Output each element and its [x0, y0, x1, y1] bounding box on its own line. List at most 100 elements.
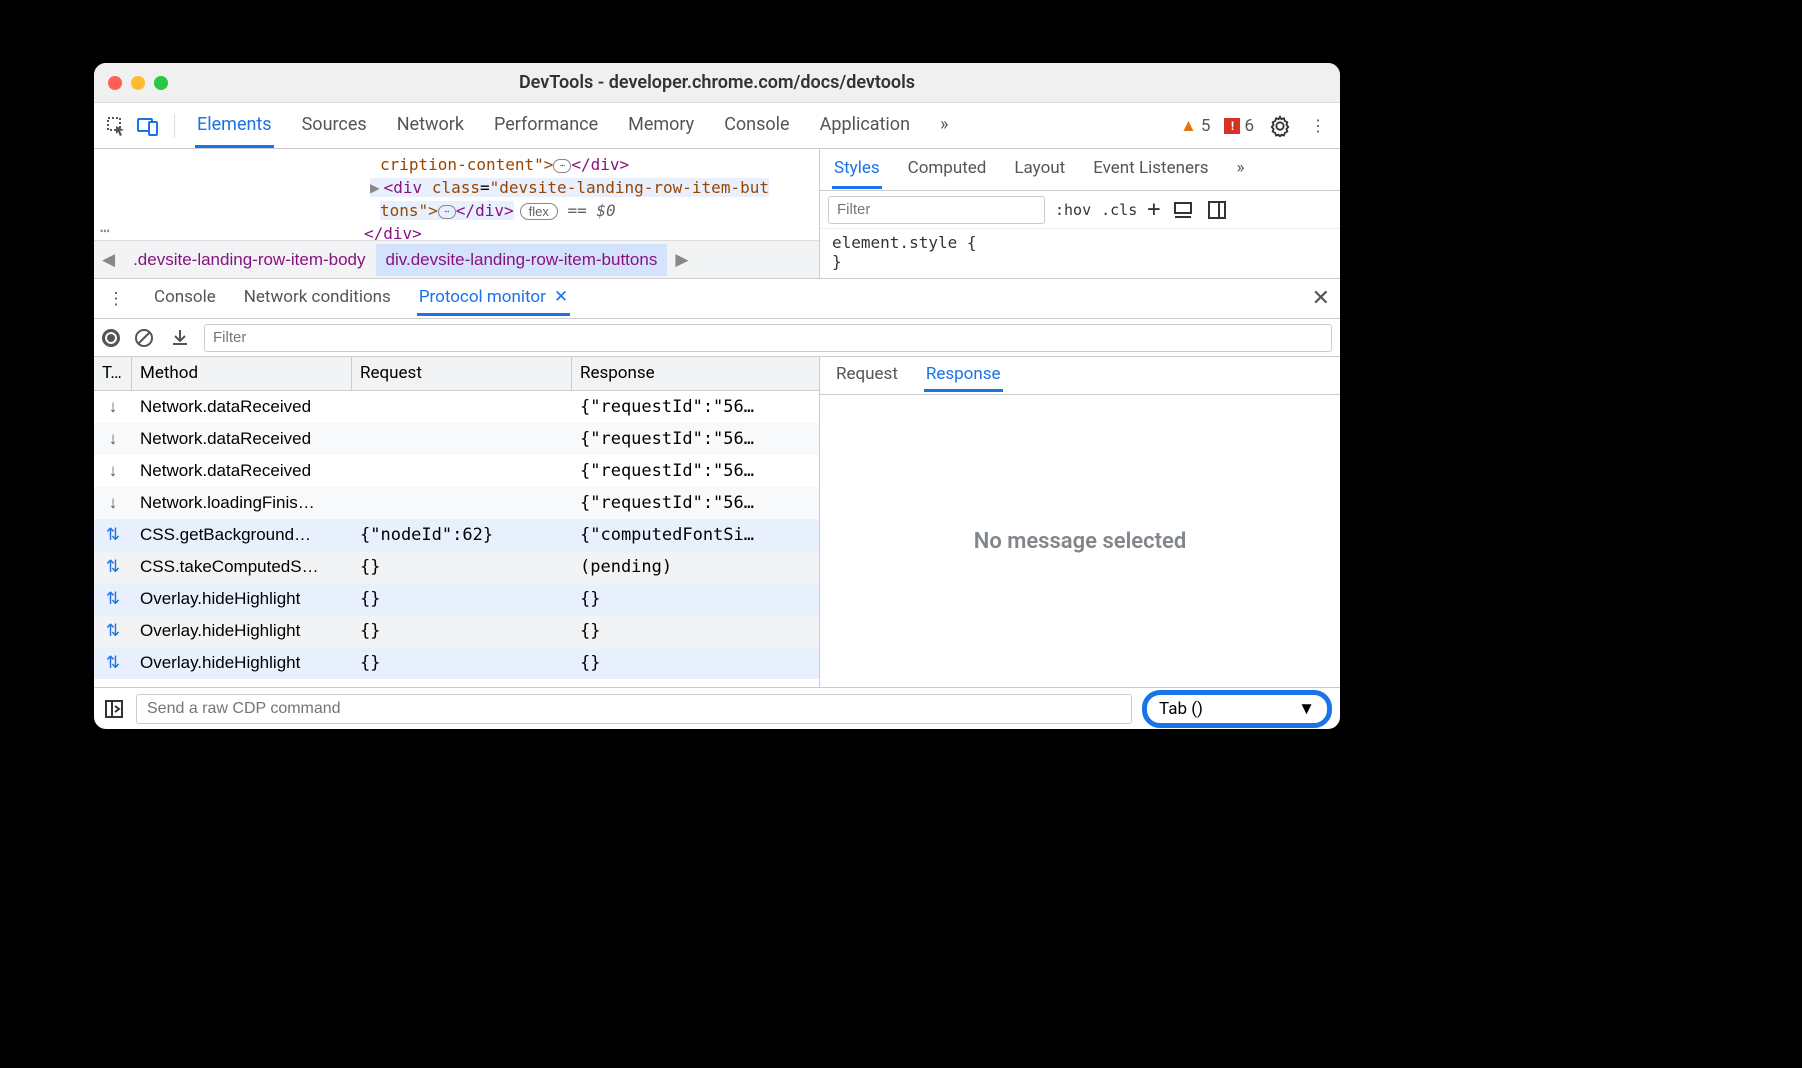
- titlebar: DevTools - developer.chrome.com/docs/dev…: [94, 63, 1340, 103]
- target-selector[interactable]: Tab () ▼: [1142, 690, 1332, 728]
- breadcrumb-item[interactable]: div.devsite-landing-row-item-buttons: [376, 244, 668, 276]
- close-window-button[interactable]: [108, 76, 122, 90]
- clear-icon[interactable]: [132, 326, 156, 350]
- drawer-tabs: ⋮ Console Network conditions Protocol mo…: [94, 279, 1340, 319]
- expand-triangle-icon[interactable]: ▶: [370, 178, 380, 197]
- dom-overflow-icon[interactable]: ⋯: [100, 221, 112, 240]
- header-type[interactable]: T…: [94, 357, 132, 390]
- device-toggle-icon[interactable]: [136, 114, 160, 138]
- direction-icon: ↓: [94, 425, 132, 453]
- computed-sidebar-icon[interactable]: [1205, 198, 1229, 222]
- response-cell: {}: [572, 617, 819, 645]
- flexbox-editor-icon[interactable]: [1171, 198, 1195, 222]
- protocol-toolbar: [94, 319, 1340, 357]
- table-row[interactable]: ↓Network.dataReceived{"requestId":"56…: [94, 455, 819, 487]
- table-row[interactable]: ⇅CSS.getBackground…{"nodeId":62}{"comput…: [94, 519, 819, 551]
- protocol-filter-input[interactable]: [204, 324, 1332, 352]
- drawer-close-icon[interactable]: ✕: [1312, 286, 1330, 311]
- drawer-tab-protocol-monitor[interactable]: Protocol monitor✕: [417, 281, 570, 316]
- direction-icon: ↓: [94, 393, 132, 421]
- method-cell: Network.loadingFinis…: [132, 489, 352, 517]
- error-icon: !: [1224, 118, 1240, 134]
- detail-tab-request[interactable]: Request: [834, 359, 900, 392]
- more-menu-icon[interactable]: ⋮: [1306, 114, 1330, 138]
- direction-icon: ⇅: [94, 649, 132, 677]
- inspect-element-icon[interactable]: [104, 114, 128, 138]
- table-row[interactable]: ↓Network.dataReceived{"requestId":"56…: [94, 391, 819, 423]
- header-response[interactable]: Response: [572, 357, 819, 390]
- tabs-overflow-icon[interactable]: »: [938, 104, 950, 148]
- drawer-more-icon[interactable]: ⋮: [104, 287, 128, 311]
- direction-icon: ⇅: [94, 521, 132, 549]
- table-row[interactable]: ↓Network.dataReceived{"requestId":"56…: [94, 423, 819, 455]
- response-cell: {}: [572, 585, 819, 613]
- breadcrumb-scroll-right-icon[interactable]: ▶: [667, 250, 696, 270]
- request-cell: [352, 467, 572, 475]
- hov-toggle[interactable]: :hov: [1055, 201, 1091, 219]
- close-tab-icon[interactable]: ✕: [554, 287, 568, 307]
- styles-tab-eventlisteners[interactable]: Event Listeners: [1091, 150, 1210, 189]
- detail-empty-message: No message selected: [820, 395, 1340, 687]
- protocol-detail: Request Response No message selected: [820, 357, 1340, 687]
- maximize-window-button[interactable]: [154, 76, 168, 90]
- drawer-tab-network-conditions[interactable]: Network conditions: [242, 281, 393, 316]
- settings-icon[interactable]: [1268, 114, 1292, 138]
- table-row[interactable]: ↓Network.loadingFinis…{"requestId":"56…: [94, 487, 819, 519]
- drawer-tab-console[interactable]: Console: [152, 281, 218, 316]
- request-cell: [352, 435, 572, 443]
- breadcrumb-item[interactable]: .devsite-landing-row-item-body: [123, 244, 375, 276]
- table-row[interactable]: ⇅Overlay.hideHighlight{}{}: [94, 647, 819, 679]
- method-cell: Network.dataReceived: [132, 457, 352, 485]
- direction-icon: ⇅: [94, 553, 132, 581]
- response-cell: (pending): [572, 553, 819, 581]
- tab-application[interactable]: Application: [818, 104, 912, 148]
- tab-network[interactable]: Network: [395, 104, 466, 148]
- styles-tabs-overflow-icon[interactable]: »: [1235, 150, 1247, 189]
- response-cell: {}: [572, 649, 819, 677]
- cdp-command-input[interactable]: [136, 694, 1132, 724]
- save-icon[interactable]: [168, 326, 192, 350]
- request-cell: {"nodeId":62}: [352, 521, 572, 549]
- breadcrumb-scroll-left-icon[interactable]: ◀: [94, 250, 123, 270]
- detail-tab-response[interactable]: Response: [924, 359, 1003, 392]
- response-cell: {"computedFontSi…: [572, 521, 819, 549]
- response-cell: {"requestId":"56…: [572, 457, 819, 485]
- chevron-down-icon: ▼: [1298, 699, 1315, 719]
- method-cell: Overlay.hideHighlight: [132, 649, 352, 677]
- flex-badge[interactable]: flex: [520, 203, 558, 220]
- cls-toggle[interactable]: .cls: [1101, 201, 1137, 219]
- table-row[interactable]: ⇅Overlay.hideHighlight{}{}: [94, 583, 819, 615]
- styles-tab-styles[interactable]: Styles: [832, 150, 882, 189]
- styles-tab-computed[interactable]: Computed: [906, 150, 989, 189]
- table-row[interactable]: ⇅CSS.takeComputedS…{}(pending): [94, 551, 819, 583]
- styles-toolbar: :hov .cls +: [820, 191, 1340, 229]
- expand-sidebar-icon[interactable]: [102, 697, 126, 721]
- table-row[interactable]: ⇅Overlay.hideHighlight{}{}: [94, 615, 819, 647]
- new-style-rule-icon[interactable]: +: [1147, 197, 1160, 222]
- tab-performance[interactable]: Performance: [492, 104, 600, 148]
- styles-panel: Styles Computed Layout Event Listeners »…: [820, 149, 1340, 278]
- dom-tree[interactable]: cription-content">⋯</div> ▶<div class="d…: [94, 149, 819, 240]
- window-title: DevTools - developer.chrome.com/docs/dev…: [94, 72, 1340, 93]
- styles-body[interactable]: element.style { }: [820, 229, 1340, 275]
- table-rows: ↓Network.dataReceived{"requestId":"56…↓N…: [94, 391, 819, 687]
- elements-panel: cription-content">⋯</div> ▶<div class="d…: [94, 149, 820, 278]
- tab-elements[interactable]: Elements: [195, 104, 274, 148]
- styles-tab-layout[interactable]: Layout: [1012, 150, 1067, 189]
- response-cell: {"requestId":"56…: [572, 425, 819, 453]
- request-cell: [352, 403, 572, 411]
- tab-memory[interactable]: Memory: [626, 104, 696, 148]
- ellipsis-icon[interactable]: ⋯: [438, 205, 456, 219]
- minimize-window-button[interactable]: [131, 76, 145, 90]
- warning-icon: ▲: [1180, 116, 1197, 136]
- errors-badge[interactable]: !6: [1224, 116, 1254, 136]
- upper-panels: cription-content">⋯</div> ▶<div class="d…: [94, 149, 1340, 279]
- ellipsis-icon[interactable]: ⋯: [553, 159, 571, 173]
- record-button[interactable]: [102, 329, 120, 347]
- styles-filter-input[interactable]: [828, 196, 1045, 224]
- tab-console[interactable]: Console: [722, 104, 791, 148]
- tab-sources[interactable]: Sources: [300, 104, 369, 148]
- header-method[interactable]: Method: [132, 357, 352, 390]
- warnings-badge[interactable]: ▲5: [1180, 116, 1210, 136]
- header-request[interactable]: Request: [352, 357, 572, 390]
